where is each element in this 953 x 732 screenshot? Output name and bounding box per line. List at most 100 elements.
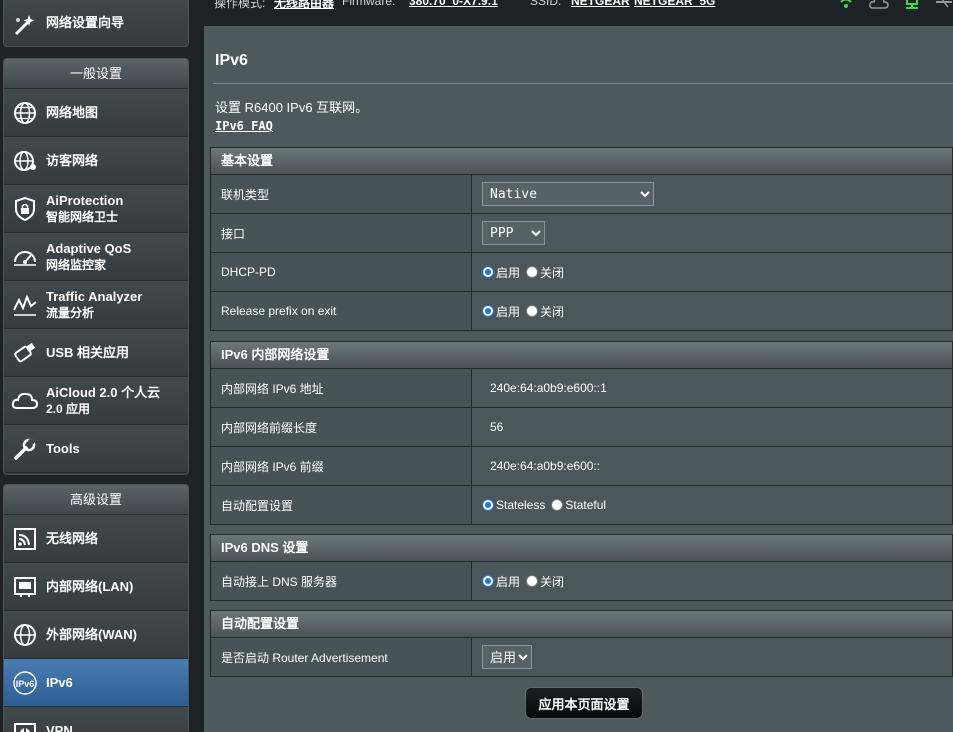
release-prefix-radio-group: 启用 关闭 [482, 303, 564, 320]
auto-dns-disable-radio[interactable]: 关闭 [526, 573, 564, 590]
sidebar-item-label: 网络地图 [46, 104, 99, 120]
prefix-length-row: 内部网络前缀长度 56 [211, 407, 952, 446]
apply-settings-button[interactable]: 应用本页面设置 [525, 687, 643, 719]
connection-type-label: 联机类型 [211, 175, 472, 213]
router-adv-row: 是否启动 Router Advertisement 启用 [211, 637, 952, 676]
usb-icon[interactable] [935, 0, 953, 13]
top-status-bar: 操作模式: 无线路由器 Firmware: 380.70_0-X7.9.1 SS… [204, 0, 953, 20]
network-icon[interactable] [903, 0, 921, 13]
globe-icon [11, 99, 39, 127]
sidebar-item-aicloud[interactable]: AiCloud 2.0 个人云 2.0 应用 [4, 377, 188, 425]
sidebar-item-vpn[interactable]: VPN [4, 707, 188, 732]
connection-type-select[interactable]: Native [482, 182, 654, 206]
sidebar-item-network-map[interactable]: 网络地图 [4, 89, 188, 137]
autoconfig-label: 自动配置设置 [211, 486, 472, 524]
section-header: 基本设置 [211, 148, 952, 174]
auto-dns-enable-radio[interactable]: 启用 [482, 573, 520, 590]
sidebar-item-tools[interactable]: Tools [4, 425, 188, 473]
interface-select[interactable]: PPP [482, 221, 545, 245]
vpn-icon [11, 717, 39, 732]
section-header: IPv6 DNS 设置 [211, 535, 952, 561]
general-settings-group: 一般设置 网络地图 访客网络 AiProtection 智能网络卫士 Adapti… [3, 58, 189, 475]
section-header: IPv6 内部网络设置 [211, 342, 952, 368]
release-prefix-label: Release prefix on exit [211, 292, 472, 330]
sidebar-item-wireless[interactable]: 无线网络 [4, 515, 188, 563]
svg-text:IPv6: IPv6 [16, 679, 35, 689]
sidebar-item-label: 网络设置向导 [46, 15, 125, 30]
wireless-icon [11, 525, 39, 553]
advanced-settings-header: 高级设置 [4, 485, 188, 515]
sidebar-item-label: Traffic Analyzer 流量分析 [46, 288, 143, 320]
lan-address-value: 240e:64:a0b9:e600::1 [472, 369, 952, 407]
lan-prefix-row: 内部网络 IPv6 前缀 240e:64:a0b9:e600:: [211, 446, 952, 485]
operation-mode-label: 操作模式: [214, 0, 266, 10]
wizard-icon [11, 11, 39, 39]
radio-selected-dot [482, 266, 494, 278]
stateless-radio[interactable]: Stateless [482, 498, 545, 512]
lan-address-row: 内部网络 IPv6 地址 240e:64:a0b9:e600::1 [211, 368, 952, 407]
router-adv-select[interactable]: 启用 [482, 645, 532, 669]
basic-settings-section: 基本设置 联机类型 Native 接口 PPP DHCP-PD 启用 关闭 Re… [210, 147, 953, 331]
radio-selected-dot [482, 575, 494, 587]
stateful-radio[interactable]: Stateful [551, 498, 606, 512]
page-description: 设置 R6400 IPv6 互联网。 [215, 100, 369, 115]
release-prefix-enable-radio[interactable]: 启用 [482, 303, 520, 320]
sidebar-item-wan[interactable]: 外部网络(WAN) [4, 611, 188, 659]
wifi-icon[interactable] [837, 0, 855, 13]
sidebar-item-usb-apps[interactable]: USB 相关应用 [4, 329, 188, 377]
ssid-link-2g[interactable]: NETGEAR [571, 0, 630, 8]
lan-prefix-value: 240e:64:a0b9:e600:: [472, 447, 952, 485]
sidebar-item-label: AiCloud 2.0 个人云 2.0 应用 [46, 384, 161, 416]
ipv6-faq-link[interactable]: IPv6 FAQ [215, 119, 273, 133]
sidebar-item-ipv6[interactable]: IPv6 IPv6 [4, 659, 188, 707]
page-title: IPv6 [215, 52, 248, 69]
sidebar-item-label: USB 相关应用 [46, 344, 130, 360]
dhcp-pd-row: DHCP-PD 启用 关闭 [211, 252, 952, 291]
sidebar-item-lan[interactable]: 内部网络(LAN) [4, 563, 188, 611]
radio-empty-dot [526, 266, 539, 278]
autoconfig-row: 自动配置设置 Stateless Stateful [211, 485, 952, 524]
usb-drive-icon [11, 339, 39, 367]
interface-label: 接口 [211, 214, 472, 252]
title-divider [213, 83, 953, 84]
autoconfig-section: 自动配置设置 是否启动 Router Advertisement 启用 [210, 610, 953, 677]
firmware-link[interactable]: 380.70_0-X7.9.1 [409, 0, 498, 8]
release-prefix-disable-radio[interactable]: 关闭 [526, 303, 564, 320]
sidebar-item-label: 内部网络(LAN) [46, 578, 134, 594]
radio-selected-dot [482, 499, 494, 511]
status-icons [837, 0, 953, 13]
sidebar-item-label: Adaptive QoS 网络监控家 [46, 240, 132, 272]
sidebar-item-label: VPN [46, 722, 73, 732]
sidebar-item-traffic-analyzer[interactable]: Traffic Analyzer 流量分析 [4, 281, 188, 329]
wan-globe-icon [11, 621, 39, 649]
traffic-chart-icon [11, 291, 39, 319]
sidebar-item-guest-network[interactable]: 访客网络 [4, 137, 188, 185]
sidebar-item-aiprotection[interactable]: AiProtection 智能网络卫士 [4, 185, 188, 233]
dhcp-pd-radio-group: 启用 关闭 [482, 264, 564, 281]
radio-empty-dot [526, 575, 539, 587]
prefix-length-value: 56 [472, 408, 952, 446]
dhcp-pd-disable-radio[interactable]: 关闭 [526, 264, 564, 281]
sidebar-item-label: 无线网络 [46, 530, 99, 546]
wrench-icon [11, 435, 39, 463]
cloud-icon[interactable] [869, 0, 889, 13]
advanced-settings-group: 高级设置 无线网络 内部网络(LAN) 外部网络(WAN) IPv6 IPv6 [3, 484, 189, 732]
firmware-label: Firmware: [342, 0, 396, 8]
sidebar-item-label: IPv6 [46, 674, 73, 690]
ipv6-lan-section: IPv6 内部网络设置 内部网络 IPv6 地址 240e:64:a0b9:e6… [210, 341, 953, 525]
interface-row: 接口 PPP [211, 213, 952, 252]
lan-icon [11, 573, 39, 601]
operation-mode-link[interactable]: 无线路由器 [274, 0, 334, 11]
gauge-icon [11, 243, 39, 271]
sidebar: 网络设置向导 一般设置 网络地图 访客网络 AiProtection 智能网络卫士 [0, 0, 190, 732]
radio-selected-dot [482, 305, 494, 317]
auto-dns-label: 自动接上 DNS 服务器 [211, 562, 472, 600]
dhcp-pd-label: DHCP-PD [211, 253, 472, 291]
sidebar-item-wizard[interactable]: 网络设置向导 [4, 0, 188, 46]
ipv6-icon: IPv6 [11, 669, 39, 697]
sidebar-item-adaptive-qos[interactable]: Adaptive QoS 网络监控家 [4, 233, 188, 281]
dhcp-pd-enable-radio[interactable]: 启用 [482, 264, 520, 281]
ssid-link-5g[interactable]: NETGEAR_5G [634, 0, 715, 8]
auto-dns-radio-group: 启用 关闭 [482, 573, 564, 590]
sidebar-item-label: 访客网络 [46, 152, 99, 168]
